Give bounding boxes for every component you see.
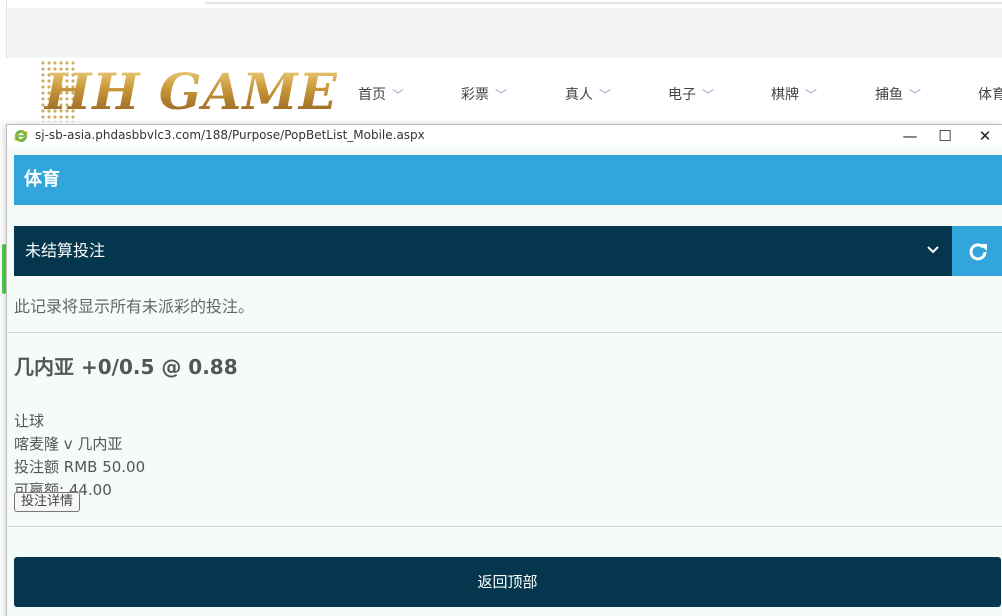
bet-market: 让球 (14, 412, 45, 430)
window-url: sj-sb-asia.phdasbbvlc3.com/188/Purpose/P… (35, 128, 425, 142)
chevron-down-icon: ﹀ (495, 88, 508, 102)
refresh-icon (969, 243, 987, 261)
bet-stake: 投注额 RMB 50.00 (14, 458, 146, 476)
nav-item-cards[interactable]: 棋牌 ﹀ (771, 84, 817, 104)
maximize-button[interactable]: ☐ (928, 125, 962, 147)
filter-selected-value: 未结算投注 (25, 241, 106, 260)
site-nav: 首页 ﹀ 彩票 ﹀ 真人 ﹀ 电子 ﹀ 棋牌 ﹀ 捕鱼 ﹀ 体育 (0, 84, 1002, 104)
browser-icon (14, 130, 28, 142)
chevron-down-icon (927, 246, 939, 254)
chevron-down-icon: ﹀ (392, 88, 405, 102)
back-to-top-button[interactable]: 返回顶部 (14, 557, 1001, 607)
chevron-down-icon: ﹀ (805, 88, 818, 102)
browser-address-line (205, 2, 1002, 4)
divider (7, 526, 1002, 527)
chevron-down-icon: ﹀ (909, 88, 922, 102)
chevron-down-icon: ﹀ (702, 88, 715, 102)
bet-selection: 几内亚 +0/0.5 @ 0.88 (14, 355, 238, 379)
close-button[interactable]: ✕ (968, 125, 1002, 147)
bet-details-button[interactable]: 投注详情 (14, 492, 81, 512)
chevron-down-icon: ﹀ (599, 88, 612, 102)
nav-item-home[interactable]: 首页 ﹀ (358, 84, 404, 104)
minimize-button[interactable]: — (893, 125, 927, 147)
window-titlebar[interactable]: sj-sb-asia.phdasbbvlc3.com/188/Purpose/P… (7, 125, 1002, 147)
nav-item-live[interactable]: 真人 ﹀ (565, 84, 611, 104)
bet-filter-select[interactable]: 未结算投注 (14, 226, 952, 276)
nav-item-slots[interactable]: 电子 ﹀ (668, 84, 714, 104)
bet-match: 喀麦隆 v 几内亚 (14, 435, 123, 453)
nav-item-lottery[interactable]: 彩票 ﹀ (461, 84, 507, 104)
section-title: 体育 (14, 155, 1002, 205)
popup-window: sj-sb-asia.phdasbbvlc3.com/188/Purpose/P… (6, 124, 1002, 616)
bet-list-content: 体育 未结算投注 此记录将显示所有未派彩的投注。 几内亚 +0/0.5 @ 0.… (7, 147, 1002, 616)
refresh-button[interactable] (952, 226, 1002, 276)
info-note: 此记录将显示所有未派彩的投注。 (14, 297, 255, 316)
nav-item-sports[interactable]: 体育 (978, 84, 1002, 104)
nav-item-fishing[interactable]: 捕鱼 ﹀ (875, 84, 921, 104)
divider (7, 332, 1002, 333)
